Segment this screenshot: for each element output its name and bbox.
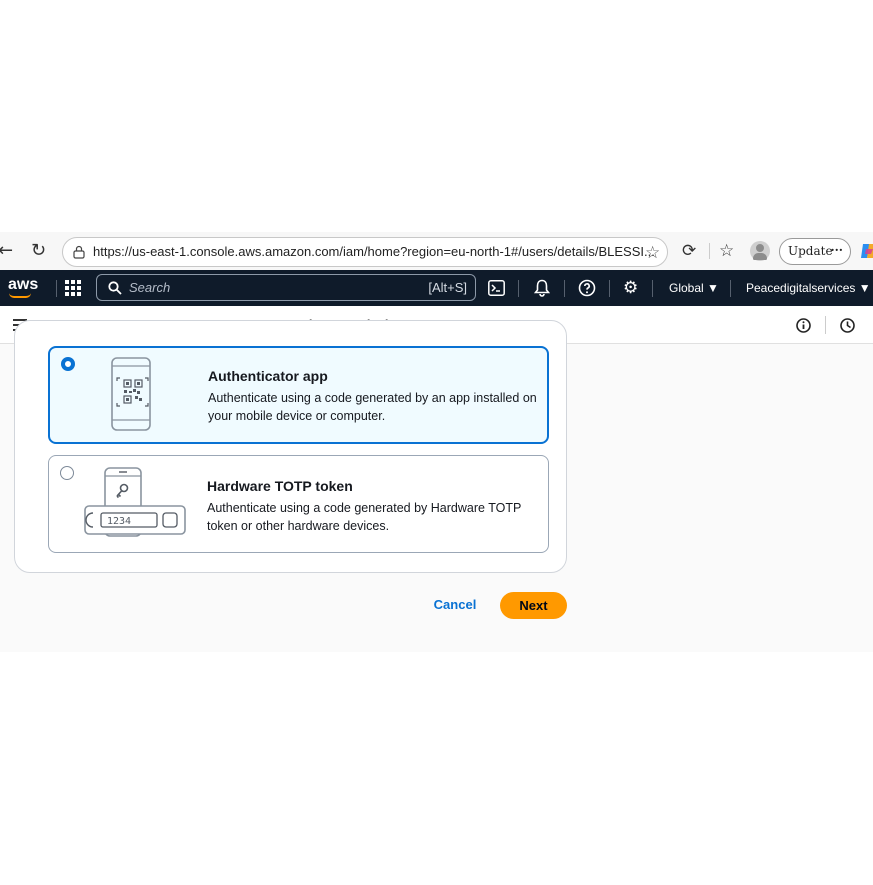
update-label: Update: [788, 244, 833, 258]
profile-avatar-body-icon: [753, 253, 767, 260]
aws-top-navigation: aws Search [Alt+S] ⚙ Global ▼ Peacedigit…: [0, 270, 873, 306]
hardware-token-icon: 1234: [84, 467, 186, 537]
copilot-icon[interactable]: [859, 241, 873, 261]
aws-logo[interactable]: aws: [8, 276, 38, 294]
cloudshell-icon[interactable]: [488, 280, 505, 296]
feedback-clock-icon[interactable]: [840, 318, 855, 333]
profile-avatar[interactable]: [750, 241, 770, 261]
toolbar-divider: [709, 243, 710, 259]
nav-divider: [518, 280, 519, 297]
nav-divider: [730, 280, 731, 297]
address-bar[interactable]: https://us-east-1.console.aws.amazon.com…: [62, 237, 668, 267]
more-icon: ···: [830, 243, 843, 257]
authenticator-app-title: Authenticator app: [208, 368, 328, 384]
hardware-totp-description: Authenticate using a code generated by H…: [207, 501, 522, 533]
browser-update-button[interactable]: Update ···: [779, 238, 851, 265]
option-authenticator-app[interactable]: Authenticator app Authenticate using a c…: [48, 346, 549, 444]
hardware-totp-radio[interactable]: [60, 466, 74, 480]
services-grid-icon[interactable]: [65, 280, 81, 296]
nav-divider: [652, 280, 653, 297]
authenticator-phone-qr-icon: [111, 357, 151, 431]
search-shortcut-hint: [Alt+S]: [428, 280, 467, 295]
search-icon: [108, 281, 122, 295]
settings-gear-icon[interactable]: ⚙: [623, 270, 638, 306]
option-hardware-totp-token[interactable]: 1234 Hardware TOTP token Authenticate us…: [48, 455, 549, 553]
nav-divider: [56, 280, 57, 297]
back-icon[interactable]: ←: [0, 232, 13, 270]
hardware-totp-title: Hardware TOTP token: [207, 478, 353, 494]
profile-avatar-head-icon: [756, 244, 764, 252]
account-menu[interactable]: Peacedigitalservices ▼: [746, 270, 871, 306]
nav-divider: [564, 280, 565, 297]
notifications-bell-icon[interactable]: [534, 279, 550, 297]
reload-icon[interactable]: ↻: [31, 232, 46, 270]
authenticator-app-description: Authenticate using a code generated by a…: [208, 391, 537, 423]
next-button[interactable]: Next: [500, 592, 567, 619]
breadcrumb-divider: [825, 316, 826, 334]
favorites-list-icon[interactable]: ☆: [719, 232, 734, 270]
aws-logo-smile-icon: [9, 293, 31, 298]
nav-divider: [609, 280, 610, 297]
browser-toolbar: ← ↻ https://us-east-1.console.aws.amazon…: [0, 232, 873, 270]
screenshot-area: ← ↻ https://us-east-1.console.aws.amazon…: [0, 232, 873, 652]
cancel-button[interactable]: Cancel: [422, 592, 488, 618]
authenticator-app-radio[interactable]: [61, 357, 75, 371]
url-text: https://us-east-1.console.aws.amazon.com…: [93, 244, 655, 259]
region-selector[interactable]: Global ▼: [669, 270, 719, 306]
info-icon[interactable]: [796, 318, 811, 333]
extensions-icon[interactable]: ⟳: [682, 232, 696, 270]
aws-search-input[interactable]: Search [Alt+S]: [96, 274, 476, 301]
search-placeholder: Search: [129, 280, 171, 295]
token-display-code: 1234: [107, 516, 131, 527]
help-icon[interactable]: [578, 279, 596, 297]
favorite-star-icon[interactable]: ☆: [645, 234, 660, 272]
site-info-lock-icon[interactable]: [72, 245, 86, 259]
